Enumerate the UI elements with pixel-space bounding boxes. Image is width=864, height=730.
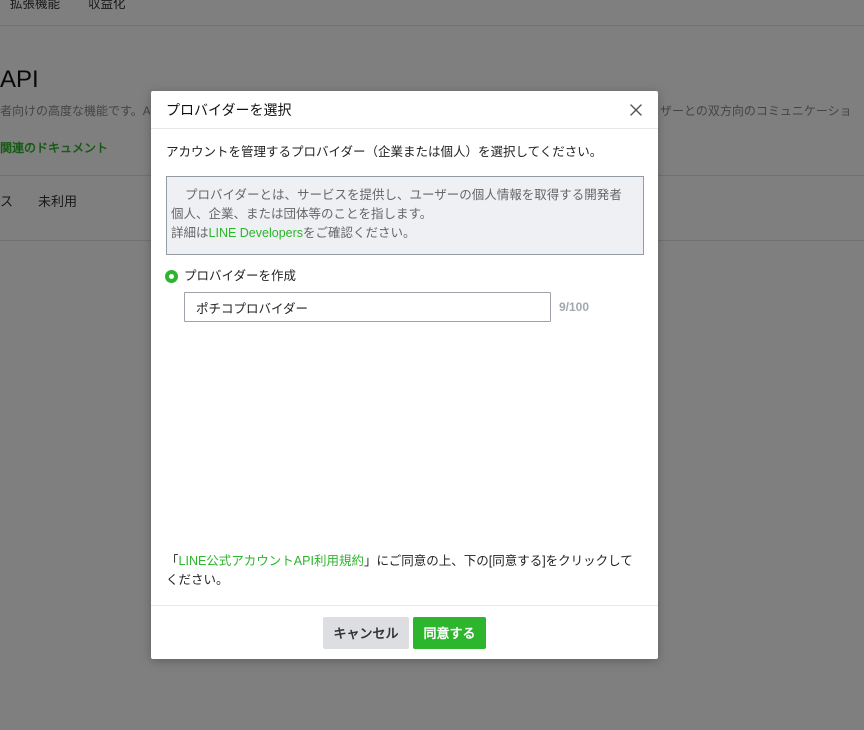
close-icon bbox=[630, 103, 642, 116]
info-detail-suffix: をご確認ください。 bbox=[303, 226, 416, 240]
create-provider-label: プロバイダーを作成 bbox=[184, 269, 297, 283]
radio-dot bbox=[169, 274, 174, 279]
dialog-body: アカウントを管理するプロバイダー（企業または個人）を選択してください。 プロバイ… bbox=[151, 129, 658, 605]
terms-notice: 「LINE公式アカウントAPI利用規約」にご同意の上、下の[同意する]をクリック… bbox=[166, 552, 644, 590]
character-counter: 9/100 bbox=[559, 300, 590, 314]
info-detail-prefix: 詳細は bbox=[171, 226, 209, 240]
terms-link[interactable]: LINE公式アカウントAPI利用規約 bbox=[179, 554, 364, 568]
select-provider-dialog: プロバイダーを選択 アカウントを管理するプロバイダー（企業または個人）を選択して… bbox=[151, 91, 658, 659]
provider-name-input[interactable] bbox=[184, 292, 551, 322]
provider-info-box: プロバイダーとは、サービスを提供し、ユーザーの個人情報を取得する開発者 個人、企… bbox=[166, 176, 644, 255]
close-button[interactable] bbox=[629, 103, 643, 117]
provider-name-row: 9/100 bbox=[184, 292, 644, 322]
dialog-header: プロバイダーを選択 bbox=[151, 91, 658, 129]
info-line: 個人、企業、または団体等のことを指します。 bbox=[171, 207, 433, 221]
info-line: プロバイダーとは、サービスを提供し、ユーザーの個人情報を取得する開発者 bbox=[185, 188, 622, 202]
dialog-description: アカウントを管理するプロバイダー（企業または個人）を選択してください。 bbox=[166, 145, 603, 159]
info-detail-line: 詳細はLINE Developersをご確認ください。 bbox=[171, 224, 639, 243]
dialog-footer: キャンセル 同意する bbox=[151, 605, 658, 659]
create-provider-option[interactable]: プロバイダーを作成 bbox=[165, 267, 644, 286]
agree-button[interactable]: 同意する bbox=[413, 616, 486, 649]
dialog-title: プロバイダーを選択 bbox=[166, 101, 292, 118]
cancel-button[interactable]: キャンセル bbox=[323, 616, 409, 649]
line-developers-link[interactable]: LINE Developers bbox=[209, 226, 304, 240]
create-provider-radio[interactable] bbox=[165, 270, 178, 283]
terms-open-bracket: 「 bbox=[166, 554, 179, 568]
